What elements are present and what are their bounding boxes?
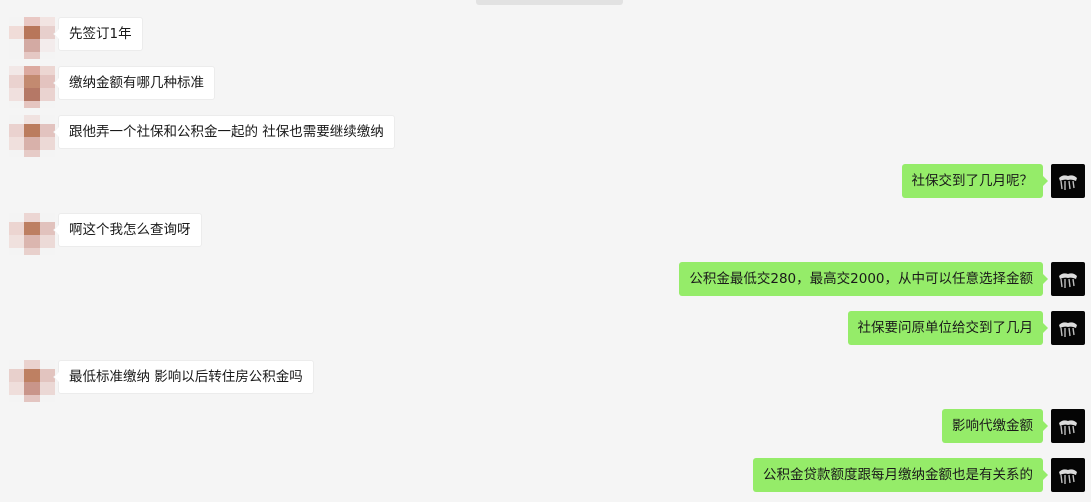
- message-row: 公积金最低交280，最高交2000，从中可以任意选择金额: [0, 262, 1091, 296]
- chat-window: 先签订1年 缴纳金额有哪几种标准 跟他弄一个社保和公积金一起的 社保也需要继续缴…: [0, 0, 1091, 502]
- self-avatar-icon[interactable]: [1051, 409, 1085, 443]
- message-bubble[interactable]: 公积金最低交280，最高交2000，从中可以任意选择金额: [679, 262, 1048, 296]
- message-bubble[interactable]: 公积金贷款额度跟每月缴纳金额也是有关系的: [753, 458, 1048, 492]
- message-row: 啊这个我怎么查询呀: [0, 213, 1091, 255]
- message-row: 跟他弄一个社保和公积金一起的 社保也需要继续缴纳: [0, 115, 1091, 157]
- message-bubble[interactable]: 缴纳金额有哪几种标准: [53, 66, 215, 100]
- contact-avatar-icon[interactable]: [9, 115, 55, 157]
- message-bubble[interactable]: 跟他弄一个社保和公积金一起的 社保也需要继续缴纳: [53, 115, 395, 149]
- message-row: 影响代缴金额: [0, 409, 1091, 443]
- chat-header-tab[interactable]: [476, 0, 623, 5]
- message-bubble[interactable]: 社保要问原单位给交到了几月: [847, 311, 1048, 345]
- message-bubble[interactable]: 啊这个我怎么查询呀: [53, 213, 202, 247]
- message-row: 缴纳金额有哪几种标准: [0, 66, 1091, 108]
- contact-avatar-icon[interactable]: [9, 66, 55, 108]
- self-avatar-icon[interactable]: [1051, 311, 1085, 345]
- message-row: 社保交到了几月呢？: [0, 164, 1091, 198]
- self-avatar-icon[interactable]: [1051, 164, 1085, 198]
- self-avatar-icon[interactable]: [1051, 458, 1085, 492]
- contact-avatar-icon[interactable]: [9, 360, 55, 402]
- message-row: 先签订1年: [0, 17, 1091, 59]
- contact-avatar-icon[interactable]: [9, 213, 55, 255]
- contact-avatar-icon[interactable]: [9, 17, 55, 59]
- message-row: 社保要问原单位给交到了几月: [0, 311, 1091, 345]
- message-bubble[interactable]: 社保交到了几月呢？: [901, 164, 1048, 198]
- message-row: 公积金贷款额度跟每月缴纳金额也是有关系的: [0, 458, 1091, 492]
- message-bubble[interactable]: 先签订1年: [53, 17, 143, 51]
- message-bubble[interactable]: 影响代缴金额: [942, 409, 1048, 443]
- message-bubble[interactable]: 最低标准缴纳 影响以后转住房公积金吗: [53, 360, 314, 394]
- self-avatar-icon[interactable]: [1051, 262, 1085, 296]
- message-row: 最低标准缴纳 影响以后转住房公积金吗: [0, 360, 1091, 402]
